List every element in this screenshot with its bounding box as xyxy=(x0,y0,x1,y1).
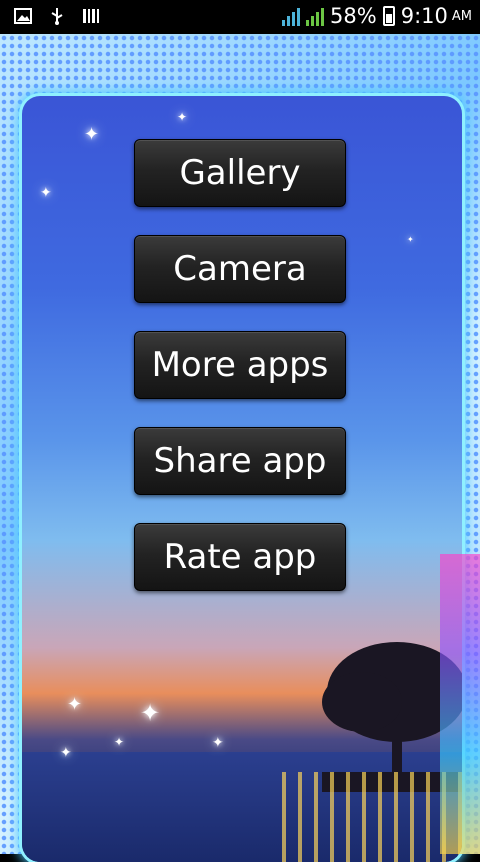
sparkle-icon: ✦ xyxy=(60,745,72,761)
share-app-button[interactable]: Share app xyxy=(134,427,346,495)
image-notification-icon xyxy=(14,8,32,24)
main-menu: Gallery Camera More apps Share app Rate … xyxy=(134,139,346,619)
sparkle-icon: ✦ xyxy=(140,699,161,727)
camera-button[interactable]: Camera xyxy=(134,235,346,303)
rate-app-button[interactable]: Rate app xyxy=(134,523,346,591)
sparkle-icon: ✦ xyxy=(67,694,83,715)
sparkle-icon: ✦ xyxy=(212,735,224,751)
signal-bars-icon xyxy=(306,6,325,26)
rainbow-swirl xyxy=(440,554,480,854)
usb-icon xyxy=(51,8,63,25)
battery-percent: 58% xyxy=(330,4,377,28)
gallery-button[interactable]: Gallery xyxy=(134,139,346,207)
sparkle-icon: ✦ xyxy=(177,110,188,124)
battery-icon xyxy=(382,6,395,26)
sparkle-icon: ✦ xyxy=(40,185,52,201)
status-bar: 58% 9:10 AM xyxy=(0,0,480,34)
clock-ampm: AM xyxy=(451,8,472,24)
railing-lights xyxy=(282,772,462,862)
sparkle-icon: ✦ xyxy=(407,235,414,244)
signal-bars-icon xyxy=(282,6,301,26)
sparkle-icon: ✦ xyxy=(84,124,100,145)
barcode-icon xyxy=(83,9,99,23)
more-apps-button[interactable]: More apps xyxy=(134,331,346,399)
clock-time: 9:10 xyxy=(400,4,448,28)
sparkle-icon: ✦ xyxy=(114,735,125,749)
tree-silhouette-icon xyxy=(322,642,462,792)
